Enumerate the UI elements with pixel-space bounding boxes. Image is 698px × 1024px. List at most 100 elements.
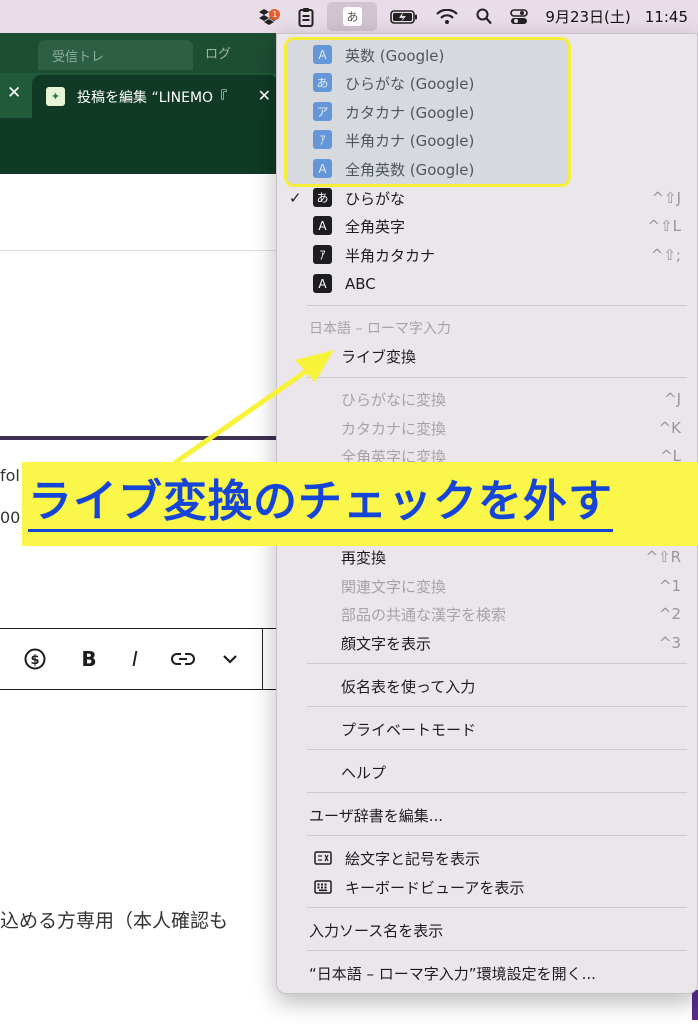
text-fragment: fol [0,466,20,485]
battery-icon[interactable] [390,0,418,33]
menu-item-label: 部品の共通な漢字を検索 [341,605,507,624]
menu-item-to-katakana: カタカナに変換 ^K [277,414,697,442]
halfwidth-katakana-icon: ｱ [313,245,332,264]
menu-item-label: 関連文字に変換 [341,577,447,596]
shortcut-label: ^⇧L [647,217,682,235]
shortcut-label: ^2 [658,605,681,623]
menu-separator [307,749,687,750]
shortcut-label: ^⇧J [651,189,681,207]
menubar-date[interactable]: 9月23日(土) [545,6,630,27]
menu-item-user-dictionary[interactable]: ユーザ辞書を編集... [277,801,697,829]
post-body-text: 込める方専用（本人確認も [0,910,229,932]
shortcut-label: ^1 [658,577,681,595]
dropbox-icon[interactable]: 1 [258,0,281,33]
menu-item-fullwidth-roman[interactable]: A 全角英字 ^⇧L [277,212,697,240]
menu-item-abc[interactable]: A ABC [277,270,697,298]
text-fragment: 00 [0,508,21,527]
link-icon[interactable] [170,629,196,689]
google-sources-highlight [284,37,571,187]
spotlight-search-icon[interactable] [476,0,493,33]
divider [0,250,290,251]
menu-item-private-mode[interactable]: プライベートモード [277,715,697,743]
background-tab-2[interactable]: ログ [205,43,275,67]
menu-separator [307,305,687,306]
menu-item-common-kanji: 部品の共通な漢字を検索 ^2 [277,600,697,628]
menu-item-label: 仮名表を使って入力 [341,677,476,696]
fullwidth-roman-icon: A [313,216,332,235]
menu-item-to-hiragana: ひらがなに変換 ^J [277,385,697,413]
menu-separator [307,706,687,707]
emoji-symbols-icon [313,848,332,867]
menu-item-label: プライベートモード [341,720,477,739]
menu-item-label: “日本語 – ローマ字入力”環境設定を開く... [309,964,596,983]
shortcut-label: ^⇧; [650,246,681,264]
menu-item-label: 半角カタカナ [345,246,436,265]
background-tab[interactable]: 受信トレ [38,40,193,70]
shortcut-label: ^⇧R [645,548,681,566]
italic-button[interactable]: I [126,629,144,689]
menu-bar: 1 あ 9月23日(土) 11:45 [0,0,698,33]
hiragana-icon: あ [342,7,362,26]
menu-item-label: ひらがな [345,189,406,208]
menu-item-label: カタカナに変換 [341,419,447,438]
active-tab-title: 投稿を編集 “LINEMO『 [77,89,228,106]
shortcut-label: ^3 [658,634,681,652]
dollar-icon[interactable]: $ [22,629,48,689]
menu-item-label: ABC [345,275,376,293]
background-tab-title: 受信トレ [52,50,105,65]
menu-item-label: 顔文字を表示 [341,634,432,653]
chevron-down-icon[interactable] [220,629,240,689]
favicon-icon: ✦ [46,87,65,106]
menu-item-halfwidth-katakana[interactable]: ｱ 半角カタカナ ^⇧; [277,241,697,269]
wifi-icon[interactable] [436,0,459,33]
purple-divider [0,436,290,440]
svg-text:$: $ [30,653,39,668]
menu-item-show-source-name[interactable]: 入力ソース名を表示 [277,916,697,944]
menu-item-label: ライブ変換 [341,347,417,366]
menu-item-keyboard-viewer[interactable]: キーボードビューアを表示 [277,873,697,901]
block-toolbar: $ B I [0,628,290,690]
toolbar-separator [262,629,263,689]
menu-item-hiragana[interactable]: ✓ あ ひらがな ^⇧J [277,184,697,212]
section-header: 日本語 – ローマ字入力 [309,321,451,337]
menu-item-help[interactable]: ヘルプ [277,758,697,786]
menu-item-label: ひらがなに変換 [341,390,447,409]
hiragana-icon: あ [313,188,332,207]
menu-item-reconvert[interactable]: 再変換 ^⇧R [277,543,697,571]
menu-separator [307,792,687,793]
callout-text: ライブ変換のチェックを外す [28,476,613,532]
menu-item-emoticons[interactable]: 顔文字を表示 ^3 [277,629,697,657]
control-center-icon[interactable] [510,0,529,33]
menu-item-label: 全角英字 [345,217,406,236]
menu-separator [307,950,687,951]
menu-separator [307,663,687,664]
purple-corner [692,990,698,1020]
background-tab-2-title: ログ [205,47,232,62]
input-source-menu-icon[interactable]: あ [327,2,378,31]
menu-item-label: 入力ソース名を表示 [309,921,444,940]
menu-item-emoji-symbols[interactable]: 絵文字と記号を表示 [277,844,697,872]
clipboard-icon[interactable] [298,0,314,33]
bold-button[interactable]: B [78,629,100,689]
menu-item-kana-table[interactable]: 仮名表を使って入力 [277,672,697,700]
menu-item-open-preferences[interactable]: “日本語 – ローマ字入力”環境設定を開く... [277,959,697,987]
menubar-time[interactable]: 11:45 [645,8,688,26]
shortcut-label: ^J [664,390,681,408]
menu-item-label: ヘルプ [341,763,387,782]
menu-item-live-conversion[interactable]: ライブ変換 [277,342,697,370]
shortcut-label: ^K [658,419,681,437]
menu-separator [307,907,687,908]
active-tab[interactable]: ✦ 投稿を編集 “LINEMO『 ✕ [32,75,278,118]
close-icon[interactable]: ✕ [7,83,21,103]
annotation-callout: ライブ変換のチェックを外す [22,462,698,546]
checkmark-icon: ✓ [289,189,302,207]
menu-separator [307,835,687,836]
menu-item-label: 絵文字と記号を表示 [345,849,481,868]
tab-close-icon[interactable]: ✕ [258,86,271,105]
menu-item-related-characters: 関連文字に変換 ^1 [277,572,697,600]
keyboard-icon [313,877,332,896]
menu-item-label: ユーザ辞書を編集... [309,806,444,825]
menu-separator [307,377,687,378]
menu-item-label: キーボードビューアを表示 [345,878,525,897]
abc-icon: A [313,274,332,293]
